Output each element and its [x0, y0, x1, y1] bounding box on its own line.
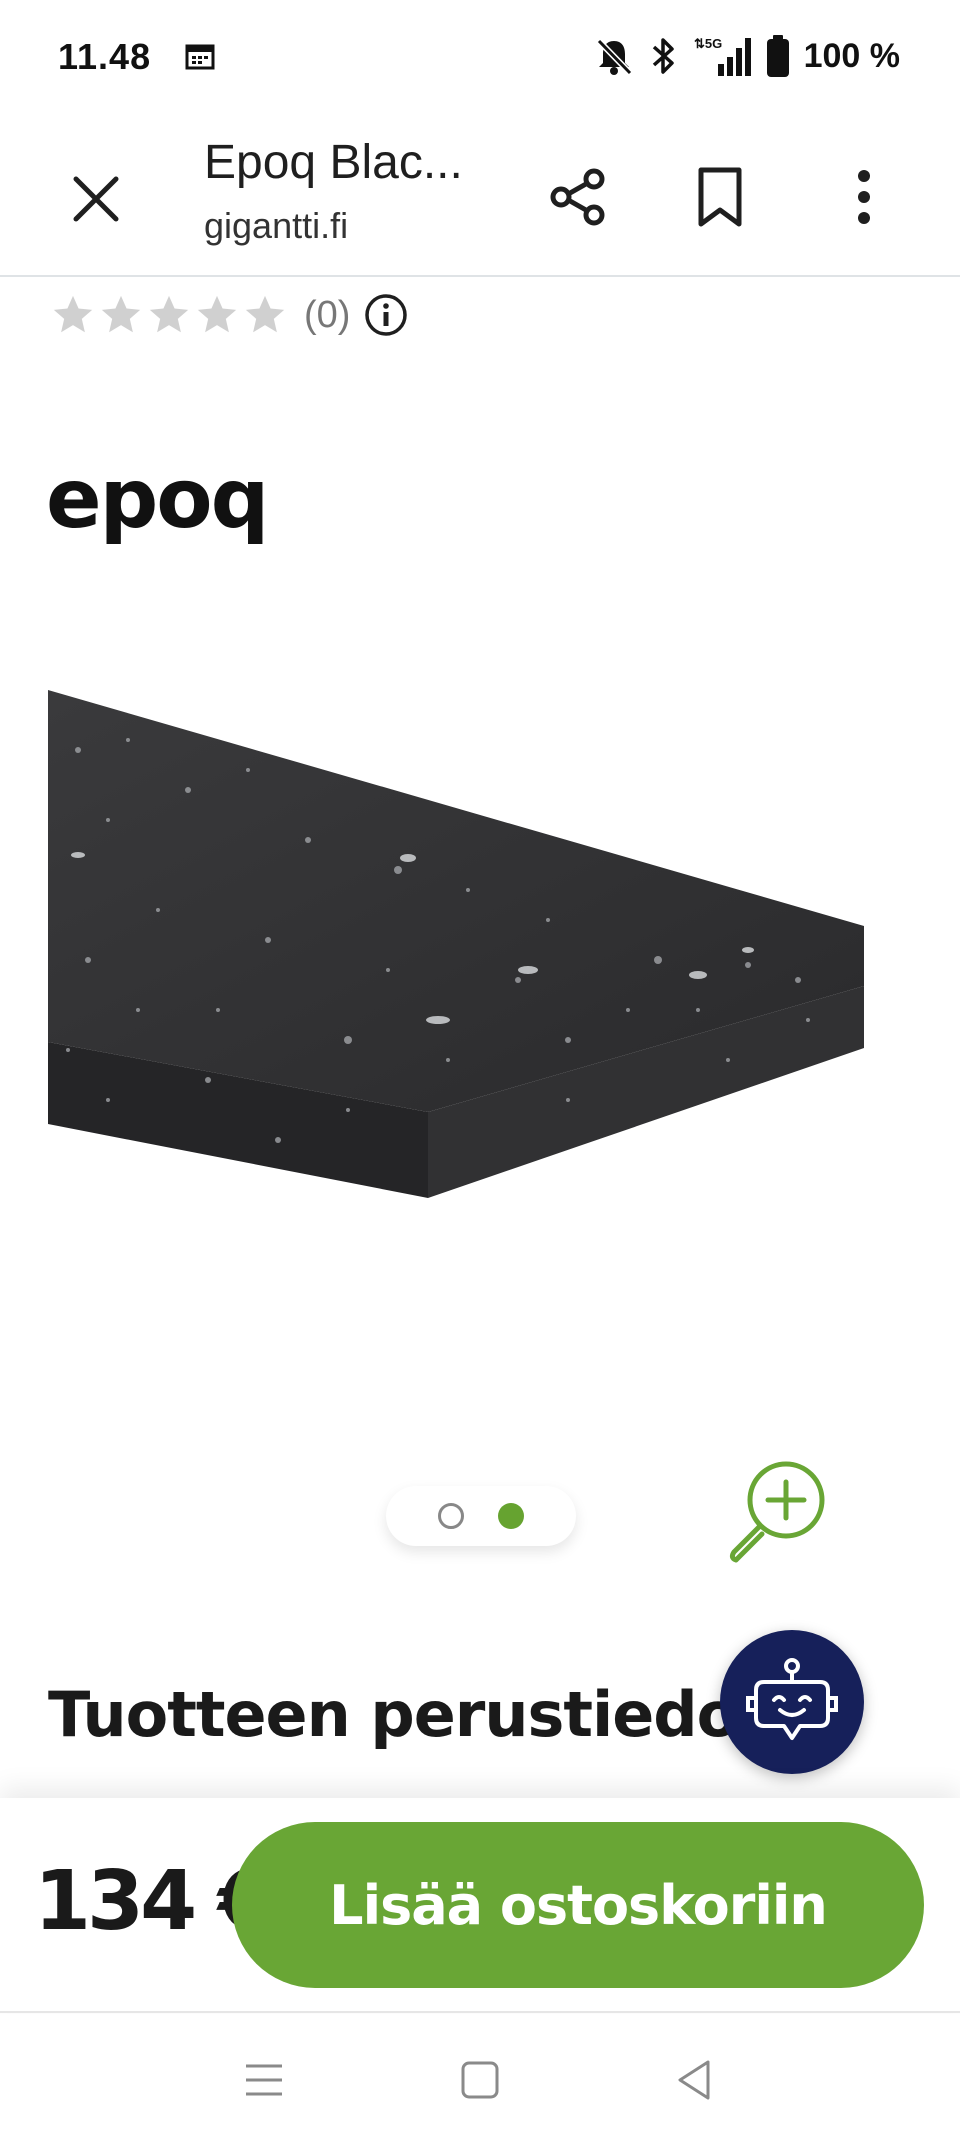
product-rating[interactable]: (0) [50, 292, 408, 338]
home-button[interactable] [442, 2042, 518, 2118]
bookmark-button[interactable] [680, 157, 760, 237]
close-icon [73, 176, 119, 222]
menu-lines-icon [246, 2064, 282, 2096]
add-to-cart-button[interactable]: Lisää ostoskoriin [232, 1822, 924, 1988]
back-triangle-icon [678, 2060, 710, 2100]
bell-off-icon [596, 38, 632, 76]
share-icon [550, 168, 605, 226]
recents-button[interactable] [226, 2042, 302, 2118]
product-image[interactable] [48, 680, 868, 1210]
browser-toolbar: Epoq Blac... gigantti.fi [0, 115, 960, 277]
bluetooth-icon [652, 38, 674, 74]
home-square-icon [461, 2061, 499, 2099]
more-vert-icon [858, 170, 870, 224]
purchase-bar: 134 € Lisää ostoskoriin [0, 1798, 960, 2013]
carousel-dot-1[interactable] [438, 1503, 464, 1529]
carousel-dot-2[interactable] [498, 1503, 524, 1529]
battery-level: 100 % [803, 36, 900, 75]
share-button[interactable] [538, 157, 618, 237]
more-options-button[interactable] [824, 157, 904, 237]
star-icon [53, 295, 93, 333]
star-icon [245, 295, 285, 333]
system-nav-bar [0, 2014, 960, 2146]
star-icon [101, 295, 141, 333]
chatbot-button[interactable] [720, 1630, 864, 1774]
page-domain: gigantti.fi [204, 205, 349, 246]
status-time: 11.48 [58, 36, 152, 77]
back-button[interactable] [656, 2042, 732, 2118]
rating-count: (0) [304, 293, 351, 336]
info-icon[interactable] [364, 293, 408, 337]
star-icon [197, 295, 237, 333]
bookmark-icon [698, 167, 742, 227]
carousel-indicator [386, 1486, 576, 1546]
status-indicators: ⇅5G 100 % [594, 30, 900, 82]
battery-icon [766, 35, 789, 77]
zoom-in-icon[interactable] [724, 1456, 834, 1566]
robot-icon [746, 1658, 838, 1740]
brand-logo[interactable]: epoq [46, 452, 269, 547]
calendar-icon [185, 44, 215, 70]
page-title: Epoq Blac... [204, 136, 463, 189]
status-bar: 11.48 ⇅5G 100 % [0, 0, 960, 115]
section-heading[interactable]: Tuotteen perustiedot [48, 1678, 768, 1751]
svg-text:⇅5G: ⇅5G [694, 36, 722, 51]
star-icon [149, 295, 189, 333]
close-button[interactable] [60, 163, 132, 235]
signal-icon: ⇅5G [694, 36, 751, 76]
